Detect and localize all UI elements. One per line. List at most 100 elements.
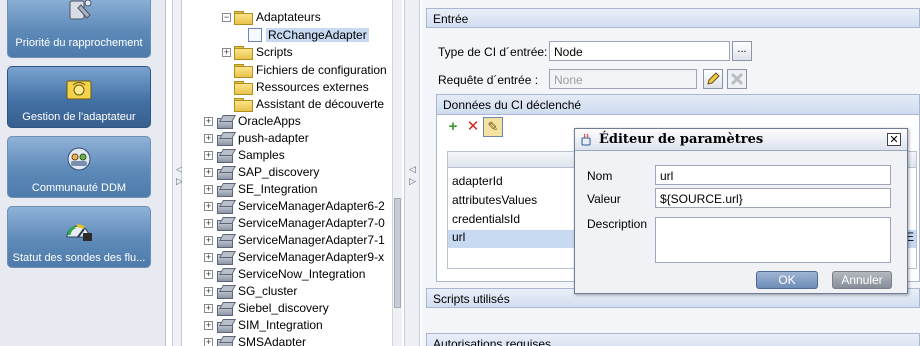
package-icon <box>216 234 234 248</box>
sidebar-item-gestion-adaptateur[interactable]: Gestion de l'adaptateur <box>7 66 151 128</box>
adapter-tree: − Adaptateurs RcChangeAdapter + Scripts … <box>182 0 392 346</box>
tree-item-assistant-decouverte[interactable]: Assistant de découverte <box>234 96 384 112</box>
folder-icon <box>234 98 253 112</box>
package-icon <box>216 336 234 346</box>
section-entree-header[interactable]: Entrée <box>426 8 920 28</box>
tree-item-package[interactable]: + Samples <box>204 147 285 163</box>
expand-icon[interactable]: + <box>204 252 213 262</box>
expand-icon[interactable]: + <box>204 269 213 279</box>
tree-item-package[interactable]: + SIM_Integration <box>204 317 323 333</box>
ok-button[interactable]: OK <box>756 271 818 289</box>
tree-item-adaptateurs[interactable]: − Adaptateurs <box>222 9 321 25</box>
requete-entree-field[interactable]: None <box>549 69 697 89</box>
close-icon[interactable]: ✕ <box>887 133 901 146</box>
type-ci-label: Type de CI d´entrée: <box>438 45 548 59</box>
valeur-field[interactable]: ${SOURCE.url} <box>655 188 891 208</box>
clear-query-button[interactable] <box>727 69 747 89</box>
chevron-right-icon[interactable]: ▷ <box>409 176 416 187</box>
tree-item-label: SIM_Integration <box>238 318 323 332</box>
dialog-titlebar[interactable]: Éditeur de paramètres ✕ <box>575 129 907 151</box>
sidebar-collapse-splitter[interactable]: ◁ ▷ <box>172 0 183 346</box>
expand-icon[interactable]: + <box>222 47 231 57</box>
sidebar-item-label: Gestion de l'adaptateur <box>22 111 136 123</box>
left-sidebar: Priorité du rapprochement Gestion de l'a… <box>0 0 166 346</box>
expand-icon[interactable]: + <box>204 201 213 211</box>
probe-gauge-icon <box>66 224 92 241</box>
chevron-left-icon[interactable]: ◁ <box>409 164 416 175</box>
edit-query-button[interactable] <box>703 69 723 89</box>
scrollbar-thumb[interactable] <box>394 198 401 308</box>
pencil-icon <box>707 72 720 85</box>
collapse-icon[interactable]: − <box>222 12 231 22</box>
package-icon <box>216 302 234 316</box>
add-icon[interactable]: + <box>445 119 461 135</box>
expand-icon[interactable]: + <box>204 184 213 194</box>
expand-icon[interactable]: + <box>204 116 213 126</box>
sidebar-item-priorite-rapprochement[interactable]: Priorité du rapprochement <box>7 0 151 58</box>
tree-item-label: Samples <box>238 148 285 162</box>
edit-icon[interactable]: ✎ <box>483 117 503 137</box>
description-field[interactable] <box>655 217 891 263</box>
tree-item-label: Ressources externes <box>256 80 369 94</box>
wrench-tools-icon <box>69 0 92 20</box>
java-cup-icon <box>581 133 591 146</box>
expand-icon[interactable]: + <box>204 286 213 296</box>
tree-item-package[interactable]: + ServiceNow_Integration <box>204 266 365 282</box>
type-ci-browse-button[interactable]: ... <box>732 41 752 61</box>
nom-label: Nom <box>587 169 613 183</box>
tree-item-package[interactable]: + ServiceManagerAdapter7-1 <box>204 232 385 248</box>
tree-item-package[interactable]: + ServiceManagerAdapter6-2 <box>204 198 385 214</box>
tree-item-ressources-externes[interactable]: Ressources externes <box>234 79 369 95</box>
table-row[interactable]: attributesValues <box>452 193 537 207</box>
expand-icon[interactable]: + <box>204 133 213 143</box>
tree-item-fichiers-configuration[interactable]: Fichiers de configuration <box>234 62 387 78</box>
tree-item-package[interactable]: + ServiceManagerAdapter9-x <box>204 249 384 265</box>
package-icon <box>216 319 234 333</box>
package-icon <box>216 217 234 231</box>
tree-scrollbar[interactable] <box>392 0 402 346</box>
tree-item-package[interactable]: + OracleApps <box>204 113 301 129</box>
expand-icon[interactable]: + <box>204 167 213 177</box>
tree-item-scripts[interactable]: + Scripts <box>222 44 293 60</box>
table-row[interactable]: credentialsId <box>452 212 520 226</box>
tree-item-label: ServiceManagerAdapter7-1 <box>238 233 385 247</box>
tree-item-label: ServiceNow_Integration <box>238 267 366 281</box>
tree-item-label: OracleApps <box>238 114 301 128</box>
folder-icon <box>234 46 253 60</box>
tree-item-label: ServiceManagerAdapter6-2 <box>238 199 385 213</box>
tree-item-package[interactable]: + SE_Integration <box>204 181 317 197</box>
nom-field[interactable]: url <box>655 165 891 185</box>
app-window: Priorité du rapprochement Gestion de l'a… <box>0 0 920 346</box>
tree-item-label: Fichiers de configuration <box>256 63 387 77</box>
table-row[interactable]: adapterId <box>452 174 503 188</box>
folder-icon <box>234 81 253 95</box>
package-icon <box>216 200 234 214</box>
expand-icon[interactable]: + <box>204 218 213 228</box>
tree-item-package[interactable]: + SAP_discovery <box>204 164 319 180</box>
type-ci-field[interactable]: Node <box>549 41 730 61</box>
tree-item-package[interactable]: + SG_cluster <box>204 283 297 299</box>
dialog-title: Éditeur de paramètres <box>599 132 764 147</box>
sidebar-item-statut-sondes[interactable]: Statut des sondes des flu... <box>7 206 151 268</box>
sidebar-item-label: Communauté DDM <box>31 182 127 194</box>
cancel-button[interactable]: Annuler <box>832 271 892 289</box>
expand-icon[interactable]: + <box>204 303 213 313</box>
table-cell: url <box>452 230 466 244</box>
tree-item-package[interactable]: + SMSAdapter <box>204 334 306 346</box>
package-icon <box>216 268 234 282</box>
delete-x-icon <box>730 72 744 86</box>
section-autorisations-header[interactable]: Autorisations requises <box>426 333 920 346</box>
delete-icon[interactable]: ✕ <box>465 119 481 135</box>
tree-item-package[interactable]: + Siebel_discovery <box>204 300 329 316</box>
community-people-icon <box>67 147 91 171</box>
tree-item-rcchangeadapter[interactable]: RcChangeAdapter <box>248 27 369 43</box>
expand-icon[interactable]: + <box>204 150 213 160</box>
expand-icon[interactable]: + <box>204 235 213 245</box>
valeur-label: Valeur <box>587 192 621 206</box>
expand-icon[interactable]: + <box>204 337 213 346</box>
expand-icon[interactable]: + <box>204 320 213 330</box>
tree-item-package[interactable]: + ServiceManagerAdapter7-0 <box>204 215 385 231</box>
sidebar-item-communaute-ddm[interactable]: Communauté DDM <box>7 136 151 198</box>
tree-item-package[interactable]: + push-adapter <box>204 130 309 146</box>
tree-collapse-splitter[interactable]: ◁ ▷ <box>404 0 420 346</box>
